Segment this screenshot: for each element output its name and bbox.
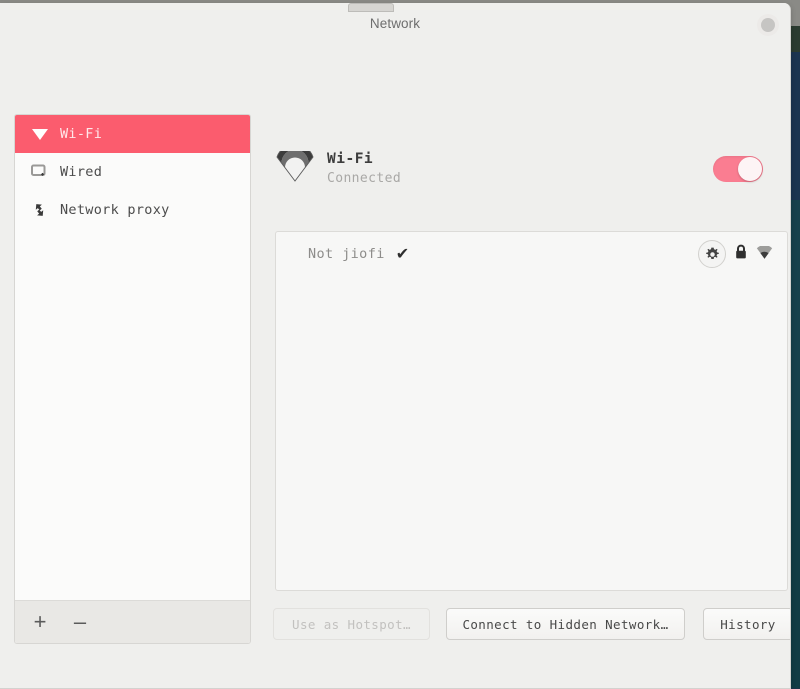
- wifi-signal-icon: [275, 151, 315, 187]
- sidebar-item-label: Wi-Fi: [60, 126, 102, 142]
- gear-icon[interactable]: [698, 240, 726, 268]
- sidebar-footer: + –: [15, 600, 250, 643]
- sidebar-list: Wi-Fi Wired: [15, 115, 250, 600]
- network-settings-window: Network Wi-Fi: [0, 3, 791, 689]
- history-button[interactable]: History: [703, 608, 791, 640]
- close-icon[interactable]: [757, 14, 779, 36]
- device-text: Wi-Fi Connected: [327, 151, 401, 187]
- content-area: Wi-Fi Wired: [14, 114, 776, 644]
- wifi-toggle-knob: [738, 157, 762, 181]
- wifi-icon: [31, 124, 55, 144]
- sidebar-item-label: Network proxy: [60, 202, 170, 218]
- page-title: Network: [0, 16, 790, 31]
- wifi-signal-icon: [756, 245, 773, 264]
- use-as-hotspot-button[interactable]: Use as Hotspot…: [273, 608, 430, 640]
- action-bar: Use as Hotspot… Connect to Hidden Networ…: [273, 608, 776, 642]
- main-column: Wi-Fi Connected Not jiofi ✔: [261, 114, 776, 644]
- add-connection-button[interactable]: +: [27, 609, 53, 635]
- network-list-panel: Not jiofi ✔: [275, 231, 788, 591]
- sidebar: Wi-Fi Wired: [14, 114, 251, 644]
- proxy-arrows-icon: [31, 200, 55, 220]
- sidebar-item-wired[interactable]: Wired: [15, 153, 250, 191]
- wired-monitor-icon: [31, 162, 55, 182]
- device-name: Wi-Fi: [327, 151, 401, 168]
- lock-icon: [734, 244, 748, 264]
- sidebar-item-label: Wired: [60, 164, 102, 180]
- device-status: Connected: [327, 170, 401, 187]
- device-header: Wi-Fi Connected: [275, 144, 775, 194]
- connect-to-hidden-network-button[interactable]: Connect to Hidden Network…: [446, 608, 685, 640]
- network-row-icons: [698, 240, 773, 268]
- network-ssid: Not jiofi: [308, 246, 385, 262]
- sidebar-item-network-proxy[interactable]: Network proxy: [15, 191, 250, 229]
- connected-check-icon: ✔: [396, 246, 409, 262]
- wifi-toggle-switch[interactable]: [713, 156, 763, 182]
- titlebar: Network: [0, 3, 790, 48]
- sidebar-item-wifi[interactable]: Wi-Fi: [15, 115, 250, 153]
- close-icon-dot: [761, 18, 775, 32]
- network-list-item[interactable]: Not jiofi ✔: [276, 232, 787, 276]
- remove-connection-button[interactable]: –: [67, 609, 93, 635]
- window-tab-stub: [348, 3, 394, 12]
